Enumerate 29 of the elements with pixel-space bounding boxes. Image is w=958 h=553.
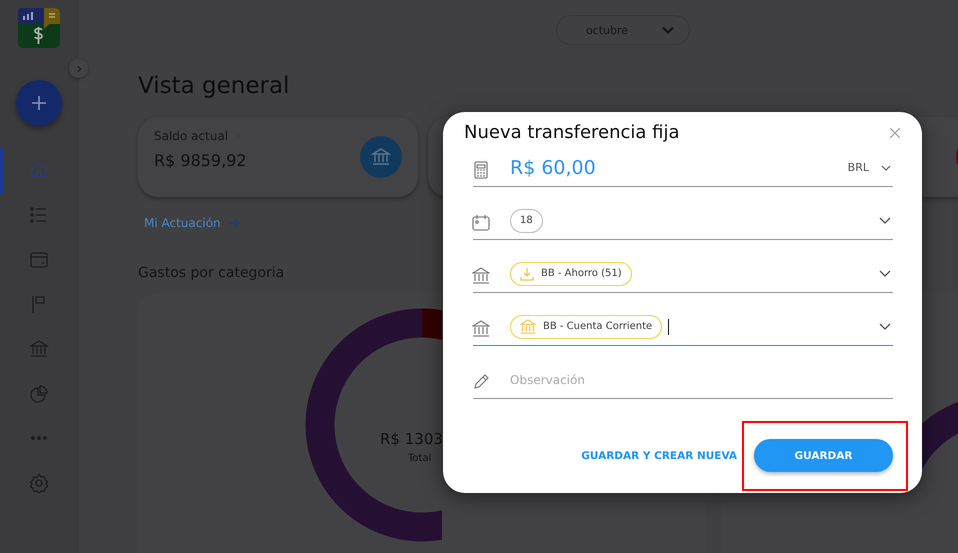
bank-icon: [472, 267, 490, 285]
chevron-down-icon: [662, 26, 674, 34]
chevron-down-icon: [881, 164, 891, 170]
bank-icon: [520, 318, 536, 334]
bank-icon: [360, 136, 402, 178]
expand-sidebar-button[interactable]: [69, 59, 88, 78]
selected-chip[interactable]: BB - Ahorro (51): [510, 262, 632, 286]
calculator-icon: [472, 161, 490, 179]
plus-icon: [32, 96, 46, 110]
download-icon: [520, 266, 534, 280]
dialog-title: Nueva transferencia fija: [464, 122, 680, 143]
chevron-right-icon: [74, 64, 82, 72]
selected-chip[interactable]: 18: [510, 208, 543, 232]
amount-field[interactable]: R$ 60,00 BRL: [473, 149, 893, 187]
close-icon[interactable]: [890, 128, 900, 138]
arrow-right-icon: [228, 218, 241, 228]
chevron-down-icon: [879, 217, 891, 224]
bank-icon: [472, 320, 490, 338]
select-field[interactable]: BB - Cuenta Corriente: [473, 308, 893, 346]
select-field[interactable]: 18: [473, 202, 893, 240]
selected-chip[interactable]: BB - Cuenta Corriente: [510, 314, 662, 338]
app-logo-icon: [18, 8, 60, 48]
add-button[interactable]: [16, 80, 62, 126]
chevron-down-icon: [879, 323, 891, 330]
chevron-down-icon: [879, 270, 891, 277]
calendar-icon: [472, 214, 490, 232]
note-field[interactable]: Observación: [473, 361, 893, 399]
pencil-icon: [472, 373, 490, 391]
select-field[interactable]: BB - Ahorro (51): [473, 255, 893, 293]
